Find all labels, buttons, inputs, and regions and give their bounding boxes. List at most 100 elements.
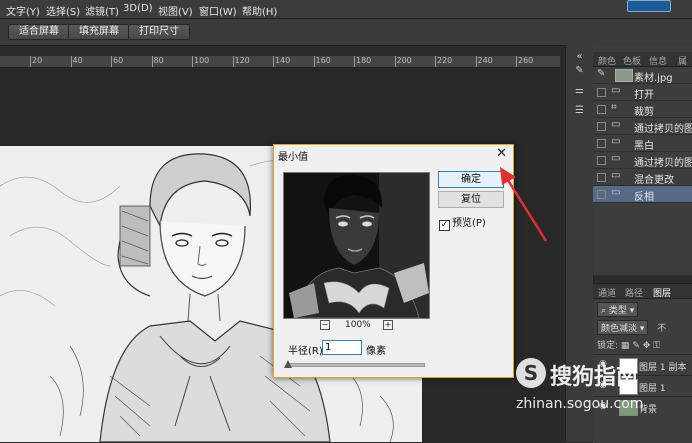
history-source-box[interactable]: [597, 190, 606, 199]
history-item[interactable]: ▭ 打开: [593, 84, 692, 101]
layer-filter-select[interactable]: ⌕ 类型 ▾: [597, 302, 639, 317]
ruler-tick-label: 180: [356, 56, 372, 65]
ruler-tick-mark: [313, 56, 315, 67]
lock-label: 锁定:: [597, 341, 619, 351]
slider-thumb-icon[interactable]: [284, 360, 292, 368]
options-bar: 适合屏幕 填充屏幕 打印尺寸: [0, 19, 692, 46]
ruler-tick-mark: [516, 56, 517, 67]
ruler-tick-label: 120: [234, 56, 250, 65]
ruler-tick-mark: [354, 56, 355, 67]
ruler-tick-mark: [394, 56, 396, 67]
history-item[interactable]: ▭ 通过拷贝的图层: [593, 152, 692, 169]
blend-mode-value: 颜色减淡: [601, 324, 638, 334]
fit-screen-button[interactable]: 适合屏幕: [8, 24, 70, 40]
collapse-icon[interactable]: «: [573, 51, 586, 64]
radius-slider[interactable]: [287, 363, 425, 367]
layer-filter-row: ⌕ 类型 ▾: [597, 302, 639, 317]
minimum-dialog: 最小值 ✕ 确定 复位 ✓预览(P) − 100% + 半径(R): 像素: [273, 144, 514, 378]
layer-name: 图层 1: [639, 384, 666, 394]
menu-filter[interactable]: 滤镜(T): [85, 3, 119, 18]
history-panel: 颜色 色板 信息 属 ✎ 素材.jpg ▭ 打开 ⌗ 裁剪 ▭ 通过拷贝的图层 …: [593, 45, 692, 275]
tab-properties[interactable]: 属: [678, 54, 687, 67]
menu-3d[interactable]: 3D(D): [123, 3, 153, 14]
ruler-tick-label: 80: [153, 56, 164, 65]
history-item[interactable]: ⌗ 裁剪: [593, 101, 692, 118]
zoom-out-button[interactable]: −: [320, 320, 330, 330]
panel-tabs-bottom: 通道 路径 图层: [593, 284, 692, 299]
top-ruler: 20 40 60 80 100 120 140 160 180 200 220 240 260: [0, 56, 560, 68]
history-item-label: 裁剪: [634, 107, 654, 118]
history-source-box[interactable]: [597, 122, 606, 131]
menu-bar: 文字(Y) 选择(S) 滤镜(T) 3D(D) 视图(V) 窗口(W) 帮助(H…: [0, 0, 692, 19]
ruler-tick-mark: [70, 56, 72, 67]
ruler-tick-label: 240: [477, 56, 493, 65]
filter-preview[interactable]: [283, 172, 430, 319]
print-size-button[interactable]: 打印尺寸: [128, 24, 190, 40]
layer-filter-label: 类型: [608, 306, 627, 316]
properties-icon[interactable]: ☰: [573, 105, 586, 118]
history-source-box[interactable]: [597, 173, 606, 182]
ruler-tick-mark: [192, 56, 193, 67]
history-source-box[interactable]: [597, 156, 606, 165]
tab-color[interactable]: 颜色: [598, 54, 616, 67]
watermark-brand: 搜狗指南: [550, 365, 639, 390]
menu-help[interactable]: 帮助(H): [242, 3, 277, 18]
ruler-tick-mark: [111, 56, 112, 67]
sogou-logo: S: [516, 358, 546, 388]
history-source-box[interactable]: [597, 88, 606, 97]
layer-name: 图层 1 副本: [639, 363, 687, 373]
dialog-title: 最小值: [278, 152, 308, 163]
adjust-icon[interactable]: ⚌: [573, 85, 586, 98]
history-item[interactable]: ▭ 通过拷贝的图层: [593, 118, 692, 135]
history-step-icon: ▭: [611, 136, 621, 147]
opacity-label: 不: [657, 324, 667, 334]
lock-all-icon[interactable]: ⚿: [653, 341, 660, 351]
tab-paths[interactable]: 路径: [625, 286, 643, 299]
ruler-tick-label: 160: [315, 56, 331, 65]
zoom-in-button[interactable]: +: [383, 320, 393, 330]
history-source-box[interactable]: [597, 105, 606, 114]
annotation-arrow-icon: [500, 167, 548, 242]
lock-move-icon[interactable]: ✥: [643, 341, 651, 351]
menu-type[interactable]: 文字(Y): [6, 3, 40, 18]
history-step-icon: ▭: [611, 170, 621, 181]
tab-swatches[interactable]: 色板: [623, 54, 641, 67]
ruler-tick-mark: [151, 56, 153, 67]
ruler-tick-label: 140: [275, 56, 291, 65]
menu-view[interactable]: 视图(V): [158, 3, 193, 18]
menu-select[interactable]: 选择(S): [46, 3, 80, 18]
blend-mode-select[interactable]: 颜色减淡 ▾: [597, 320, 649, 335]
history-item-selected[interactable]: ▭ 反相: [593, 186, 692, 203]
history-source-box[interactable]: [597, 139, 606, 148]
lock-pixels-icon[interactable]: ▦: [621, 341, 630, 351]
ruler-tick-mark: [30, 56, 31, 67]
history-snapshot[interactable]: ✎ 素材.jpg: [593, 67, 692, 84]
ruler-tick-label: 60: [113, 56, 124, 65]
watermark-url: zhinan.sogou.com: [516, 396, 644, 412]
history-step-icon: ▭: [611, 85, 621, 96]
history-item-label: 通过拷贝的图层: [634, 158, 692, 169]
history-item-label: 通过拷贝的图层: [634, 124, 692, 135]
checkmark-icon[interactable]: ✓: [439, 220, 450, 231]
zoom-controls: − 100% +: [320, 320, 400, 332]
tab-info[interactable]: 信息: [649, 54, 667, 67]
brush-icon[interactable]: ✎: [573, 65, 586, 78]
preview-checkbox[interactable]: ✓ 预览(P): [439, 214, 486, 231]
lock-brush-icon[interactable]: ✎: [632, 341, 640, 351]
history-item[interactable]: ▭ 黑白: [593, 135, 692, 152]
close-icon[interactable]: ✕: [496, 146, 507, 161]
menu-window[interactable]: 窗口(W): [199, 3, 237, 18]
tab-channels[interactable]: 通道: [598, 286, 616, 299]
ruler-tick-label: 260: [518, 56, 534, 65]
tab-layers[interactable]: 图层: [653, 286, 671, 299]
preview-checkbox-label: 预览(P): [452, 218, 486, 229]
radius-row: 半径(R): 像素: [288, 340, 386, 357]
radius-unit: 像素: [366, 346, 386, 357]
history-item[interactable]: ▭ 混合更改: [593, 169, 692, 186]
radius-input[interactable]: [322, 340, 362, 355]
history-step-icon: ▭: [611, 119, 621, 130]
ruler-tick-label: 100: [194, 56, 210, 65]
fill-screen-button[interactable]: 填充屏幕: [68, 24, 130, 40]
ruler-tick-mark: [435, 56, 436, 67]
blend-row: 颜色减淡 ▾ 不: [597, 320, 667, 335]
